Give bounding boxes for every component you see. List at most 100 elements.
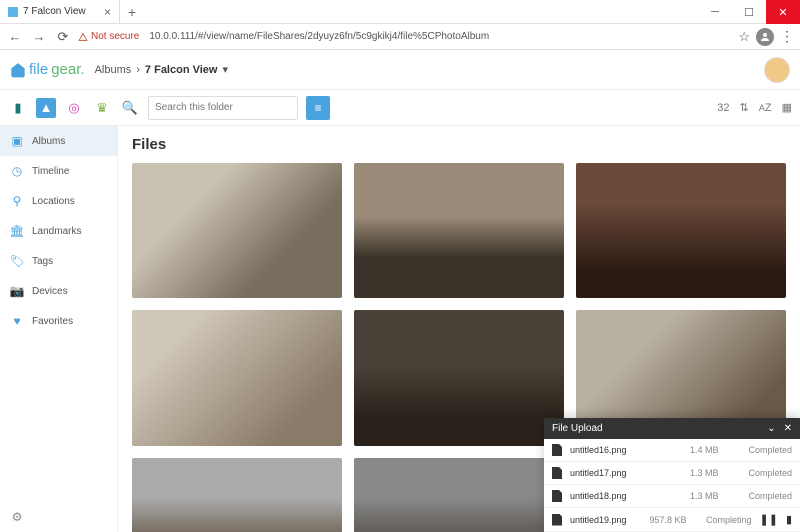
upload-status: Completed (738, 445, 792, 455)
reload-button[interactable]: ⟳ (54, 28, 72, 46)
security-label: Not secure (91, 31, 139, 42)
caret-down-icon[interactable]: ▾ (222, 63, 228, 76)
close-icon[interactable]: ✕ (784, 423, 792, 434)
file-icon (552, 514, 562, 526)
breadcrumb-root[interactable]: Albums (95, 64, 132, 76)
tag-icon: 🏷 (10, 254, 24, 268)
sidebar: ▣Albums ◷Timeline ⚲Locations 🏛Landmarks … (0, 126, 118, 532)
upload-status: Completed (738, 491, 792, 501)
photo-thumb[interactable] (132, 458, 342, 532)
main-content: Files File Upload ⌄ ✕ untit (118, 126, 800, 532)
logo-text-1: file (29, 61, 48, 78)
address-bar: ← → ⟳ Not secure 10.0.0.111/#/view/name/… (0, 24, 800, 50)
browser-menu-icon[interactable]: ⋮ (780, 28, 794, 45)
file-icon (552, 444, 562, 456)
sidebar-item-label: Favorites (32, 316, 73, 327)
heart-icon: ♥ (10, 314, 24, 328)
sidebar-item-label: Devices (32, 286, 68, 297)
sidebar-item-landmarks[interactable]: 🏛Landmarks (0, 216, 117, 246)
sidebar-item-locations[interactable]: ⚲ Locations (0, 186, 117, 216)
file-icon (552, 467, 562, 479)
browser-tab[interactable]: 7 Falcon View × (0, 0, 120, 23)
upload-panel: File Upload ⌄ ✕ untitled16.png 1.4 MB Co… (544, 418, 800, 532)
search-icon[interactable]: 🔍 (120, 98, 140, 118)
crown-icon[interactable]: ♛ (92, 98, 112, 118)
upload-status: Completed (738, 468, 792, 478)
sidebar-item-timeline[interactable]: ◷ Timeline (0, 156, 117, 186)
tab-favicon (8, 7, 18, 17)
upload-row: untitled17.png 1.3 MB Completed (544, 462, 800, 485)
new-tab-button[interactable]: + (120, 0, 144, 23)
sidebar-item-label: Tags (32, 256, 53, 267)
file-icon (552, 490, 562, 502)
url-text[interactable]: 10.0.0.111/#/view/name/FileShares/2dyuyz… (145, 31, 732, 42)
sidebar-item-label: Timeline (32, 166, 69, 177)
clock-icon: ◷ (10, 164, 24, 178)
sidebar-item-tags[interactable]: 🏷 Tags (0, 246, 117, 276)
tab-close-icon[interactable]: × (104, 5, 111, 19)
upload-filename: untitled19.png (570, 515, 642, 525)
window-controls: ─ ☐ ✕ (698, 0, 800, 23)
sidebar-item-label: Albums (32, 136, 65, 147)
upload-filename: untitled17.png (570, 468, 682, 478)
photo-thumb[interactable] (354, 163, 564, 298)
search-input[interactable] (148, 96, 298, 120)
chevron-right-icon: › (136, 64, 140, 76)
upload-row: untitled19.png 957.8 KB Completing ❚❚ ▮ (544, 508, 800, 532)
upload-size: 1.3 MB (690, 491, 730, 501)
menu-button[interactable]: ≡ (306, 96, 330, 120)
chevron-down-icon[interactable]: ⌄ (767, 423, 775, 434)
folder-icon[interactable]: ▮ (8, 98, 28, 118)
upload-header[interactable]: File Upload ⌄ ✕ (544, 418, 800, 439)
security-indicator[interactable]: Not secure (78, 31, 139, 42)
photo-thumb[interactable] (132, 163, 342, 298)
grid-view-icon[interactable]: ▦ (782, 101, 792, 114)
camera-icon: 📷 (10, 284, 24, 298)
photo-thumb[interactable] (576, 163, 786, 298)
filter-icon[interactable]: ⇅ (740, 101, 749, 114)
sidebar-item-albums[interactable]: ▣Albums (0, 126, 117, 156)
sidebar-item-favorites[interactable]: ♥ Favorites (0, 306, 117, 336)
image-mode-icon[interactable]: ▲ (36, 98, 56, 118)
upload-row: untitled18.png 1.3 MB Completed (544, 485, 800, 508)
sidebar-footer: ⚙ (0, 502, 117, 532)
forward-button[interactable]: → (30, 28, 48, 46)
upload-status: Completing (698, 515, 752, 525)
sidebar-item-label: Locations (32, 196, 75, 207)
page-title: Files (132, 136, 786, 153)
upload-filename: untitled16.png (570, 445, 682, 455)
disc-icon[interactable]: ◎ (64, 98, 84, 118)
back-button[interactable]: ← (6, 28, 24, 46)
profile-avatar-icon[interactable] (756, 28, 774, 46)
app-header: filegear. Albums › 7 Falcon View ▾ (0, 50, 800, 90)
logo-icon (10, 62, 26, 78)
warning-icon (78, 32, 88, 42)
upload-row: untitled16.png 1.4 MB Completed (544, 439, 800, 462)
gear-icon[interactable]: ⚙ (10, 510, 24, 524)
upload-title: File Upload (552, 423, 603, 434)
photo-thumb[interactable] (132, 310, 342, 445)
sidebar-item-devices[interactable]: 📷 Devices (0, 276, 117, 306)
sidebar-item-label: Landmarks (32, 226, 81, 237)
breadcrumb-current[interactable]: 7 Falcon View (145, 64, 218, 76)
upload-filename: untitled18.png (570, 491, 682, 501)
item-count: 32 (717, 102, 729, 114)
toolbar: ▮ ▲ ◎ ♛ 🔍 ≡ 32 ⇅ AZ ▦ (0, 90, 800, 126)
pause-icon[interactable]: ❚❚ (760, 513, 778, 526)
window-titlebar: 7 Falcon View × + ─ ☐ ✕ (0, 0, 800, 24)
user-avatar[interactable] (764, 57, 790, 83)
pin-icon: ⚲ (10, 194, 24, 208)
minimize-button[interactable]: ─ (698, 0, 732, 24)
logo-text-2: gear. (51, 61, 84, 78)
sort-icon[interactable]: AZ (759, 102, 772, 114)
photo-thumb[interactable] (354, 310, 564, 445)
photo-thumb[interactable] (354, 458, 564, 532)
upload-size: 1.3 MB (690, 468, 730, 478)
maximize-button[interactable]: ☐ (732, 0, 766, 24)
tab-title: 7 Falcon View (23, 6, 86, 17)
upload-size: 1.4 MB (690, 445, 730, 455)
close-button[interactable]: ✕ (766, 0, 800, 24)
cancel-icon[interactable]: ▮ (786, 513, 792, 526)
logo[interactable]: filegear. (10, 61, 85, 78)
bookmark-star-icon[interactable]: ☆ (738, 29, 750, 45)
